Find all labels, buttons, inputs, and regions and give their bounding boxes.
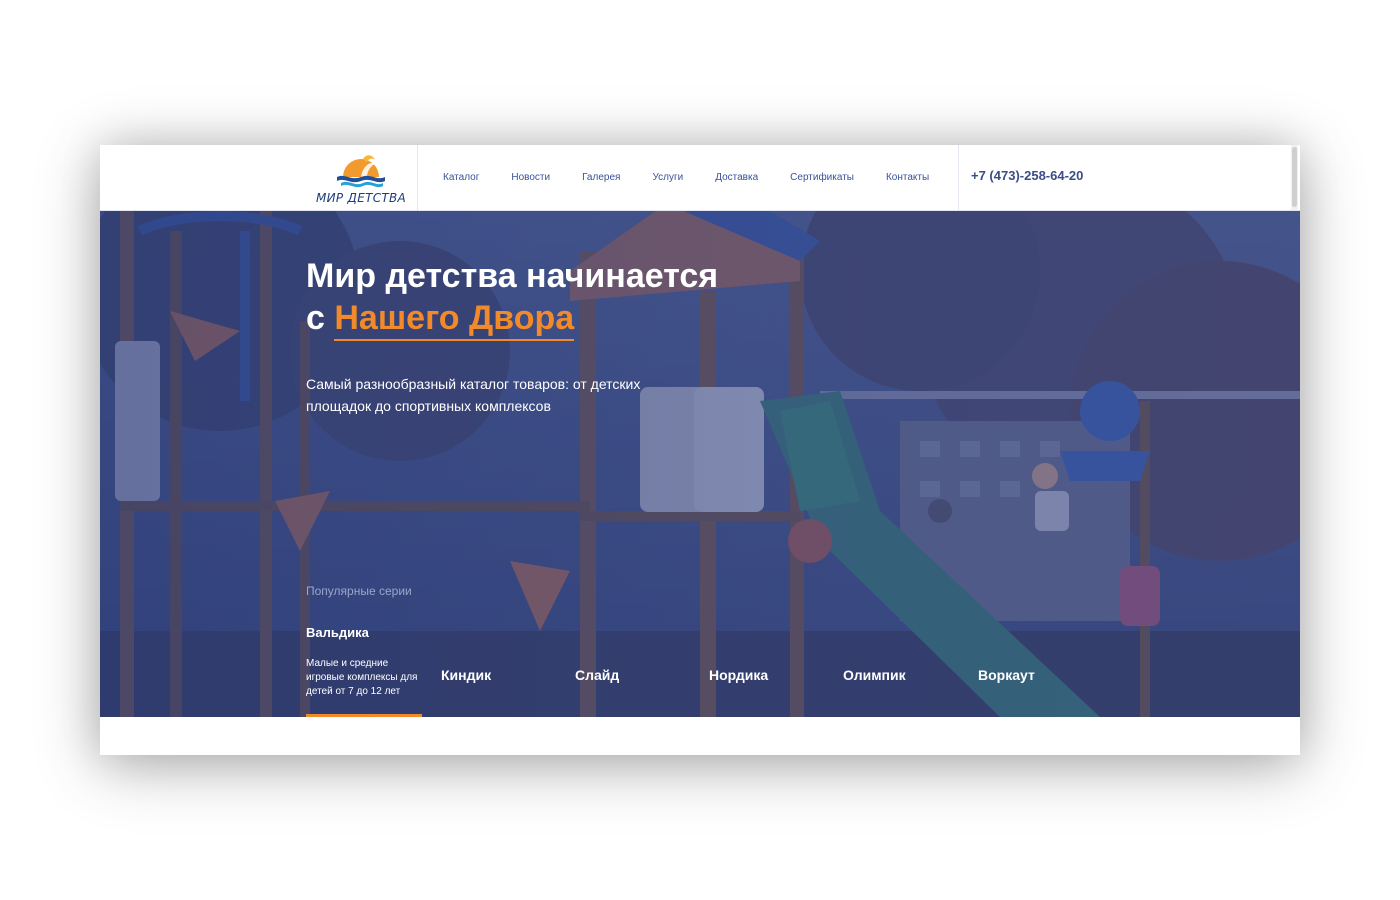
brand-logo[interactable]: МИР ДЕТСТВА	[305, 151, 417, 207]
hero-title-line1: Мир детства начинается	[306, 257, 719, 295]
series-tab-workout[interactable]: Воркаут	[978, 667, 1035, 683]
main-nav: Каталог Новости Галерея Услуги Доставка …	[443, 145, 961, 210]
nav-item-services[interactable]: Услуги	[652, 172, 683, 183]
nav-item-news[interactable]: Новости	[511, 172, 550, 183]
scrollbar-thumb[interactable]	[1292, 147, 1297, 207]
series-tab-nordika[interactable]: Нордика	[709, 667, 768, 683]
brand-name: МИР ДЕТСТВА	[315, 191, 407, 205]
header-divider	[958, 145, 959, 210]
hero-subtitle: Самый разнообразный каталог товаров: от …	[306, 376, 641, 414]
hero-section: Мир детства начинается с Нашего Двора Са…	[100, 211, 1300, 717]
sun-waves-logo-icon	[337, 155, 385, 188]
nav-item-contacts[interactable]: Контакты	[886, 172, 929, 183]
phone-link[interactable]: +7 (473)-258-64-20	[971, 145, 1083, 210]
series-tab-active[interactable]: Вальдика Малые и средние игровые комплек…	[306, 625, 422, 699]
series-tab-olimpik[interactable]: Олимпик	[843, 667, 906, 683]
series-active-name: Вальдика	[306, 625, 369, 640]
nav-item-gallery[interactable]: Галерея	[582, 172, 620, 183]
series-tab-kindik[interactable]: Киндик	[441, 667, 491, 683]
page-backdrop: МИР ДЕТСТВА Каталог Новости Галерея Услу…	[0, 0, 1400, 900]
hero-title-prefix: с	[306, 299, 325, 337]
nav-item-certificates[interactable]: Сертификаты	[790, 172, 854, 183]
series-tab-slaid[interactable]: Слайд	[575, 667, 619, 683]
hero-title: Мир детства начинается с Нашего Двора	[306, 255, 719, 341]
header-divider	[417, 145, 418, 210]
nav-item-catalog[interactable]: Каталог	[443, 172, 479, 183]
site-header: МИР ДЕТСТВА Каталог Новости Галерея Услу…	[100, 145, 1300, 211]
series-active-description: Малые и средние игровые комплексы для де…	[306, 658, 418, 697]
popular-series-label: Популярные серии	[306, 584, 412, 598]
nav-item-delivery[interactable]: Доставка	[715, 172, 758, 183]
website-window: МИР ДЕТСТВА Каталог Новости Галерея Услу…	[100, 145, 1300, 755]
hero-title-accent: Нашего Двора	[334, 299, 575, 341]
series-active-indicator	[306, 714, 422, 717]
